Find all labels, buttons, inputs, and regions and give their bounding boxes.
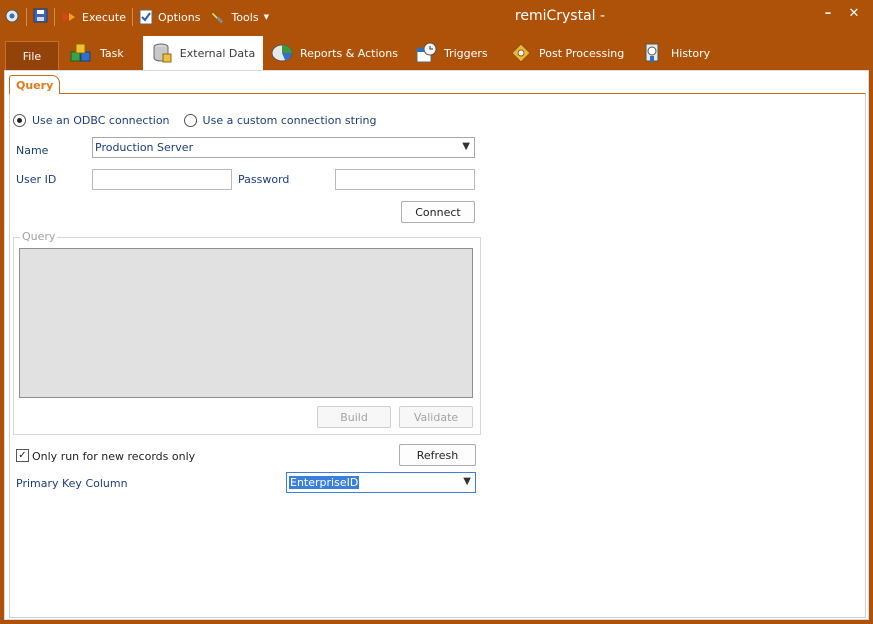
cubes-icon [70, 43, 91, 62]
name-select-value: Production Server [95, 141, 194, 154]
chevron-down-icon: ▼ [463, 476, 471, 487]
tab-history[interactable]: History [642, 36, 710, 70]
new-records-label[interactable]: Only run for new records only [32, 450, 195, 463]
options-icon [139, 9, 153, 25]
quick-access-toolbar: Execute Options Tools ▼ [4, 6, 269, 28]
execute-button[interactable]: Execute [61, 9, 126, 25]
title-bar: Execute Options Tools ▼ remiCrystal - – … [0, 0, 873, 34]
userid-input[interactable] [92, 169, 232, 190]
tab-history-label: History [671, 46, 711, 60]
refresh-button[interactable]: Refresh [399, 444, 476, 466]
toolbar-separator [54, 8, 55, 26]
odbc-radio[interactable] [13, 114, 26, 127]
tab-triggers-label: Triggers [444, 46, 488, 60]
new-records-checkbox[interactable]: ✓ [16, 449, 29, 462]
tab-file[interactable]: File [5, 41, 59, 70]
password-label: Password [238, 173, 290, 186]
options-label: Options [158, 10, 201, 24]
query-groupbox: Query Build Validate [13, 230, 481, 435]
tab-triggers[interactable]: Triggers [415, 36, 488, 70]
tab-post-processing[interactable]: Post Processing [510, 36, 624, 70]
toolbar-separator [26, 8, 27, 26]
save-icon[interactable] [33, 8, 48, 26]
primary-key-select[interactable]: EnterpriseID ▼ [286, 472, 476, 493]
tab-reports-actions[interactable]: Reports & Actions [271, 36, 398, 70]
chevron-down-icon: ▼ [263, 13, 269, 21]
external-data-panel: Query Use an ODBC connection Use a custo… [4, 70, 869, 620]
ribbon-tabs: File Task External Data Reports & Action… [0, 36, 873, 70]
tools-label: Tools [231, 10, 259, 24]
database-icon [153, 43, 172, 63]
query-page: Use an ODBC connection Use a custom conn… [9, 93, 866, 618]
window-title: remiCrystal - [514, 8, 606, 24]
minimize-button[interactable]: – [817, 4, 839, 22]
primary-key-select-value: EnterpriseID [289, 476, 360, 489]
toolbar-separator [132, 8, 133, 26]
name-select[interactable]: Production Server ▼ [92, 137, 475, 158]
query-legend: Query [20, 230, 58, 243]
tools-button[interactable]: Tools ▼ [210, 9, 269, 25]
primary-key-label: Primary Key Column [16, 477, 128, 490]
build-button[interactable]: Build [317, 406, 391, 428]
tab-reports-actions-label: Reports & Actions [300, 46, 398, 60]
tab-task-label: Task [100, 46, 124, 60]
post-processing-icon [511, 43, 531, 63]
custom-connection-radio[interactable] [183, 114, 197, 127]
connect-button[interactable]: Connect [401, 201, 475, 223]
password-input[interactable] [335, 169, 475, 190]
tab-external-data-label: External Data [179, 46, 256, 60]
name-label: Name [16, 144, 49, 157]
close-button[interactable]: ✕ [843, 4, 865, 22]
app-menu-icon[interactable] [4, 8, 20, 27]
subtab-query[interactable]: Query [9, 75, 61, 94]
calendar-clock-icon [416, 42, 437, 63]
tab-task[interactable]: Task [69, 36, 124, 70]
tab-external-data[interactable]: External Data [143, 36, 263, 70]
app-window: Execute Options Tools ▼ remiCrystal - – … [0, 0, 873, 624]
tools-icon [210, 11, 224, 24]
execute-label: Execute [82, 10, 126, 24]
history-icon [645, 43, 659, 62]
reports-icon [271, 44, 293, 62]
options-button[interactable]: Options [139, 9, 200, 25]
tab-post-processing-label: Post Processing [539, 46, 625, 60]
userid-label: User ID [16, 173, 57, 186]
validate-button[interactable]: Validate [399, 406, 473, 428]
connection-type-group: Use an ODBC connection Use a custom conn… [13, 114, 385, 127]
execute-icon [63, 12, 75, 22]
custom-connection-radio-label[interactable]: Use a custom connection string [203, 114, 377, 127]
odbc-radio-label[interactable]: Use an ODBC connection [32, 114, 170, 127]
query-textarea[interactable] [19, 248, 473, 398]
chevron-down-icon: ▼ [462, 141, 470, 152]
